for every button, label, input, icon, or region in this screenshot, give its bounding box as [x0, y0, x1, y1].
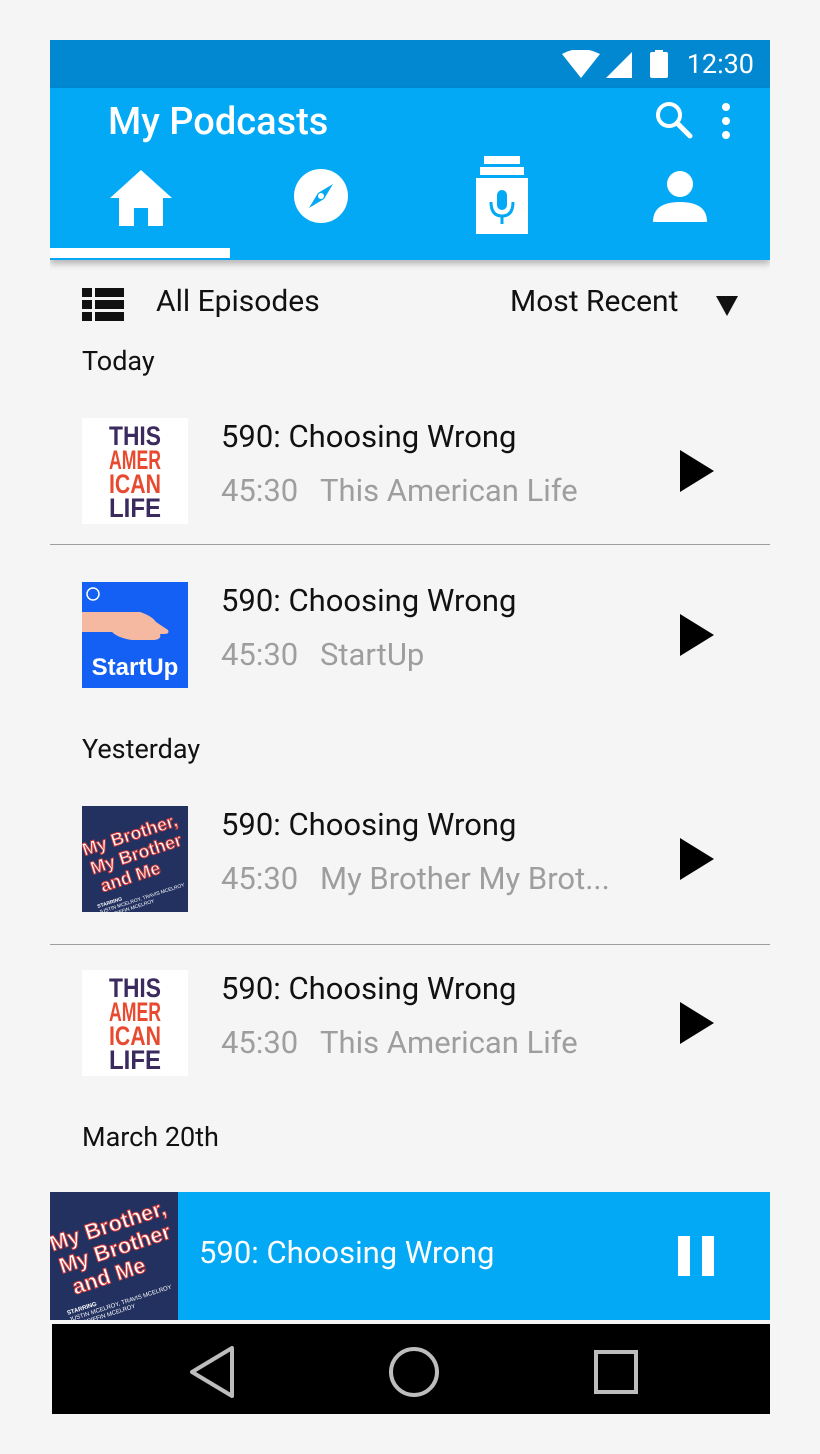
podcast-artwork: THIS AMER ICAN LIFE [82, 970, 188, 1076]
home-icon [110, 170, 172, 226]
play-icon[interactable] [680, 1002, 714, 1044]
svg-text:StartUp: StartUp [92, 654, 179, 681]
episode-duration: 45:30 [221, 1024, 299, 1061]
section-header: Today [82, 345, 155, 377]
episode-duration: 45:30 [221, 860, 299, 897]
tab-home[interactable] [50, 164, 230, 260]
now-playing-bar[interactable]: My Brother, My Brother and Me STARRING J… [50, 1192, 770, 1320]
dropdown-caret-icon[interactable] [716, 296, 738, 316]
episode-item[interactable]: My Brother, My Brother and Me STARRING J… [50, 790, 770, 920]
episode-title: 590: Choosing Wrong [221, 806, 517, 843]
home-circle-icon[interactable] [384, 1344, 444, 1400]
episode-item[interactable]: THIS AMER ICAN LIFE 590: Choosing Wrong … [50, 954, 770, 1084]
phone-screen: 12:30 My Podcasts All Episodes Most Rece… [50, 40, 770, 1414]
episode-title: 590: Choosing Wrong [221, 970, 517, 1007]
episode-item[interactable]: THIS AMER ICAN LIFE 590: Choosing Wrong … [50, 402, 770, 532]
play-icon[interactable] [680, 838, 714, 880]
tab-indicator [50, 248, 230, 258]
now-playing-artwork: My Brother, My Brother and Me STARRING J… [50, 1192, 178, 1320]
section-header: March 20th [82, 1121, 219, 1153]
pause-icon[interactable] [678, 1236, 714, 1276]
status-icons [562, 49, 682, 84]
tab-discover[interactable] [230, 164, 410, 260]
episode-title: 590: Choosing Wrong [221, 582, 517, 619]
status-bar: 12:30 [50, 40, 770, 88]
list-divider [50, 944, 770, 945]
app-bar: My Podcasts [50, 88, 770, 260]
sort-dropdown[interactable]: Most Recent [510, 284, 678, 319]
filter-row: All Episodes Most Recent [50, 268, 770, 340]
episode-show: This American Life [320, 472, 578, 509]
list-divider [50, 544, 770, 545]
tab-profile[interactable] [590, 164, 770, 260]
search-button[interactable] [654, 100, 694, 140]
play-icon[interactable] [680, 614, 714, 656]
wifi-icon [562, 49, 600, 78]
more-options-button[interactable] [714, 102, 738, 140]
person-icon [653, 171, 707, 222]
recents-icon[interactable] [586, 1344, 646, 1400]
episodes-filter[interactable]: All Episodes [156, 284, 320, 319]
podcast-artwork: StartUp [82, 582, 188, 688]
play-icon[interactable] [680, 450, 714, 492]
compass-icon [294, 169, 348, 223]
svg-text:LIFE: LIFE [109, 1045, 161, 1075]
more-vert-icon [722, 103, 730, 139]
cell-signal-icon [606, 52, 632, 78]
svg-text:LIFE: LIFE [109, 493, 161, 523]
podcast-artwork: THIS AMER ICAN LIFE [82, 418, 188, 524]
episode-item[interactable]: StartUp 590: Choosing Wrong 45:30 StartU… [50, 566, 770, 696]
section-header: Yesterday [82, 733, 201, 765]
episode-duration: 45:30 [221, 636, 299, 673]
now-playing-title: 590: Choosing Wrong [199, 1234, 495, 1271]
episode-show: This American Life [320, 1024, 578, 1061]
back-icon[interactable] [184, 1344, 244, 1400]
search-icon [656, 102, 693, 139]
app-title: My Podcasts [108, 100, 329, 144]
tab-record[interactable] [410, 156, 590, 260]
status-time: 12:30 [686, 48, 754, 80]
episode-show: My Brother My Brot... [320, 860, 610, 897]
podcast-artwork: My Brother, My Brother and Me STARRING J… [82, 806, 188, 912]
battery-icon [650, 52, 668, 78]
episode-duration: 45:30 [221, 472, 299, 509]
list-view-icon[interactable] [82, 288, 124, 322]
system-nav-bar [52, 1324, 770, 1414]
episode-show: StartUp [320, 636, 425, 673]
mic-icon [476, 156, 528, 234]
episode-title: 590: Choosing Wrong [221, 418, 517, 455]
